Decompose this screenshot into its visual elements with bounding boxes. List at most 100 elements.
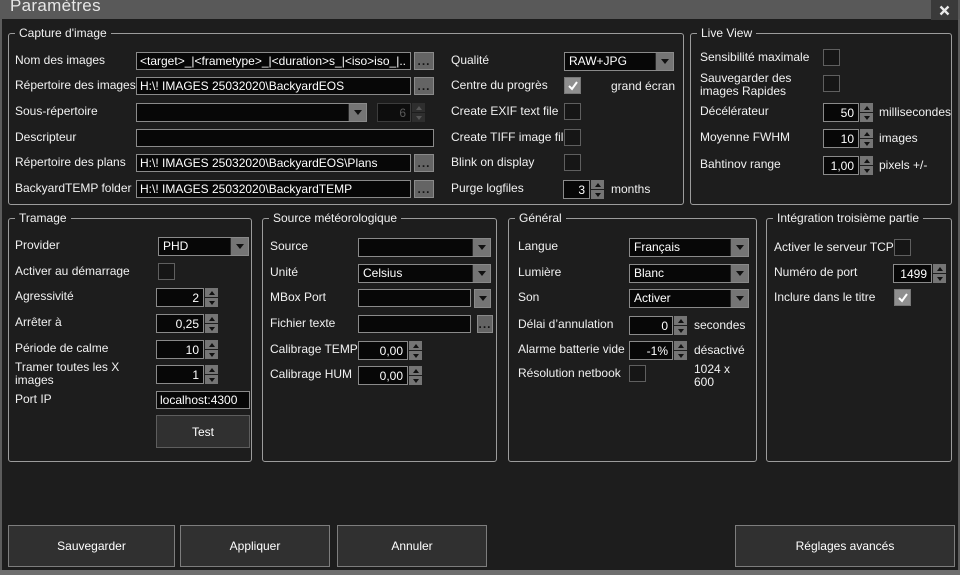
moyenne-fwhm-label: Moyenne FWHM	[700, 130, 791, 144]
titlebar: Paramètres	[0, 0, 960, 20]
spinner-up-button[interactable]	[591, 180, 604, 189]
browse-repertoire-button[interactable]: ...	[414, 77, 434, 95]
repertoire-images-input[interactable]	[136, 77, 411, 95]
delai-annulation-spinner[interactable]: 0	[629, 316, 687, 335]
descripteur-label: Descripteur	[15, 130, 77, 144]
arreter-a-spinner[interactable]: 0,25	[156, 314, 218, 333]
spinner-up-button[interactable]	[933, 264, 946, 273]
source-label: Source	[270, 239, 309, 253]
create-exif-checkbox[interactable]	[564, 103, 581, 120]
spinner-down-button[interactable]	[591, 190, 604, 199]
calibrage-hum-label: Calibrage HUM	[270, 367, 353, 381]
centre-progres-label: Centre du progrès	[451, 78, 548, 92]
spinner-down-button[interactable]	[860, 139, 873, 148]
spinner-down-button[interactable]	[933, 274, 946, 283]
numero-port-spinner[interactable]: 1499	[893, 264, 946, 283]
spinner-up-button[interactable]	[860, 156, 873, 165]
backyardtemp-input[interactable]	[136, 180, 411, 198]
lumiere-dropdown[interactable]: Blanc	[629, 264, 749, 283]
appliquer-button[interactable]: Appliquer	[180, 525, 330, 567]
spinner-down-button[interactable]	[205, 350, 218, 359]
sauvegarder-button[interactable]: Sauvegarder	[8, 525, 175, 567]
dropdown-arrow-icon[interactable]	[472, 239, 490, 256]
spinner-down-button[interactable]	[674, 351, 687, 360]
browse-plans-button[interactable]: ...	[414, 154, 434, 172]
son-dropdown[interactable]: Activer	[629, 289, 749, 308]
langue-dropdown[interactable]: Français	[629, 238, 749, 257]
close-button[interactable]	[931, 0, 958, 20]
resolution-netbook-checkbox[interactable]	[629, 365, 646, 382]
tramer-toutes-label: Tramer toutes les X images	[15, 360, 120, 387]
spinner-up-button[interactable]	[860, 129, 873, 138]
netbook-resolution-text: 1024 x 600	[694, 362, 731, 389]
bahtinov-spinner[interactable]: 1,00	[823, 156, 873, 175]
calibrage-temp-spinner[interactable]: 0,00	[358, 341, 422, 360]
spinner-down-button[interactable]	[409, 351, 422, 360]
spinner-down-button[interactable]	[674, 326, 687, 335]
dropdown-arrow-icon[interactable]	[230, 238, 248, 255]
spinner-up-button[interactable]	[205, 340, 218, 349]
unite-dropdown[interactable]: Celsius	[358, 264, 491, 283]
spinner-down-button[interactable]	[205, 375, 218, 384]
dropdown-arrow-icon[interactable]	[730, 290, 748, 307]
spinner-down-button[interactable]	[860, 113, 873, 122]
dropdown-arrow-icon[interactable]	[348, 104, 366, 121]
dropdown-arrow-icon[interactable]	[730, 265, 748, 282]
browse-backyardtemp-button[interactable]: ...	[414, 180, 434, 198]
blink-display-checkbox[interactable]	[564, 154, 581, 171]
fichier-texte-input[interactable]	[358, 315, 471, 333]
grand-ecran-text: grand écran	[611, 79, 676, 93]
spinner-up-button[interactable]	[205, 314, 218, 323]
bahtinov-label: Bahtinov range	[700, 157, 781, 171]
mbox-dropdown-arrow-icon[interactable]	[474, 289, 491, 308]
alarme-batterie-spinner[interactable]: -1%	[629, 341, 687, 360]
group-tramage: Tramage Provider PHD Activer au démarrag…	[8, 211, 252, 462]
spinner-up-button[interactable]	[860, 103, 873, 112]
moyenne-fwhm-spinner[interactable]: 10	[823, 129, 873, 148]
serveur-tcp-checkbox[interactable]	[894, 239, 911, 256]
repertoire-plans-input[interactable]	[136, 154, 411, 172]
close-icon	[939, 5, 950, 15]
dropdown-arrow-icon[interactable]	[730, 239, 748, 256]
sous-repertoire-dropdown[interactable]	[136, 103, 367, 122]
source-dropdown[interactable]	[358, 238, 491, 257]
provider-dropdown[interactable]: PHD	[158, 237, 249, 256]
calibrage-hum-spinner[interactable]: 0,00	[358, 366, 422, 385]
centre-progres-checkbox[interactable]	[564, 77, 581, 94]
browse-nom-button[interactable]: ...	[414, 52, 434, 70]
spinner-up-button[interactable]	[205, 288, 218, 297]
spinner-down-button[interactable]	[409, 376, 422, 385]
mbox-port-input[interactable]	[358, 289, 471, 307]
spinner-down-button[interactable]	[860, 166, 873, 175]
sensibilite-checkbox[interactable]	[823, 49, 840, 66]
group-live-view: Live View Sensibilité maximale Sauvegard…	[690, 26, 952, 205]
activer-demarrage-checkbox[interactable]	[158, 263, 175, 280]
spinner-up-button[interactable]	[409, 341, 422, 350]
spinner-up-button[interactable]	[205, 365, 218, 374]
spinner-up-button[interactable]	[674, 316, 687, 325]
descripteur-input[interactable]	[136, 129, 434, 147]
decelerateur-spinner[interactable]: 50	[823, 103, 873, 122]
reglages-avances-button[interactable]: Réglages avancés	[735, 525, 955, 567]
dropdown-arrow-icon[interactable]	[472, 265, 490, 282]
spinner-down-button[interactable]	[205, 298, 218, 307]
tramer-toutes-spinner[interactable]: 1	[156, 365, 218, 384]
port-ip-input[interactable]	[156, 391, 250, 409]
nom-des-images-input[interactable]	[136, 52, 411, 70]
purge-logfiles-spinner[interactable]: 3	[563, 180, 604, 199]
agressivite-spinner[interactable]: 2	[156, 288, 218, 307]
test-button[interactable]: Test	[156, 415, 250, 448]
spinner-up-button[interactable]	[674, 341, 687, 350]
port-ip-label: Port IP	[15, 392, 52, 406]
dropdown-arrow-icon[interactable]	[655, 53, 673, 70]
create-tiff-checkbox[interactable]	[564, 129, 581, 146]
periode-calme-spinner[interactable]: 10	[156, 340, 218, 359]
numero-port-label: Numéro de port	[774, 265, 858, 279]
qualite-dropdown[interactable]: RAW+JPG	[564, 52, 674, 71]
inclure-titre-checkbox[interactable]	[894, 289, 911, 306]
images-rapides-checkbox[interactable]	[823, 75, 840, 92]
browse-fichier-button[interactable]: ...	[477, 315, 493, 333]
spinner-up-button[interactable]	[409, 366, 422, 375]
spinner-down-button[interactable]	[205, 324, 218, 333]
annuler-button[interactable]: Annuler	[337, 525, 487, 567]
